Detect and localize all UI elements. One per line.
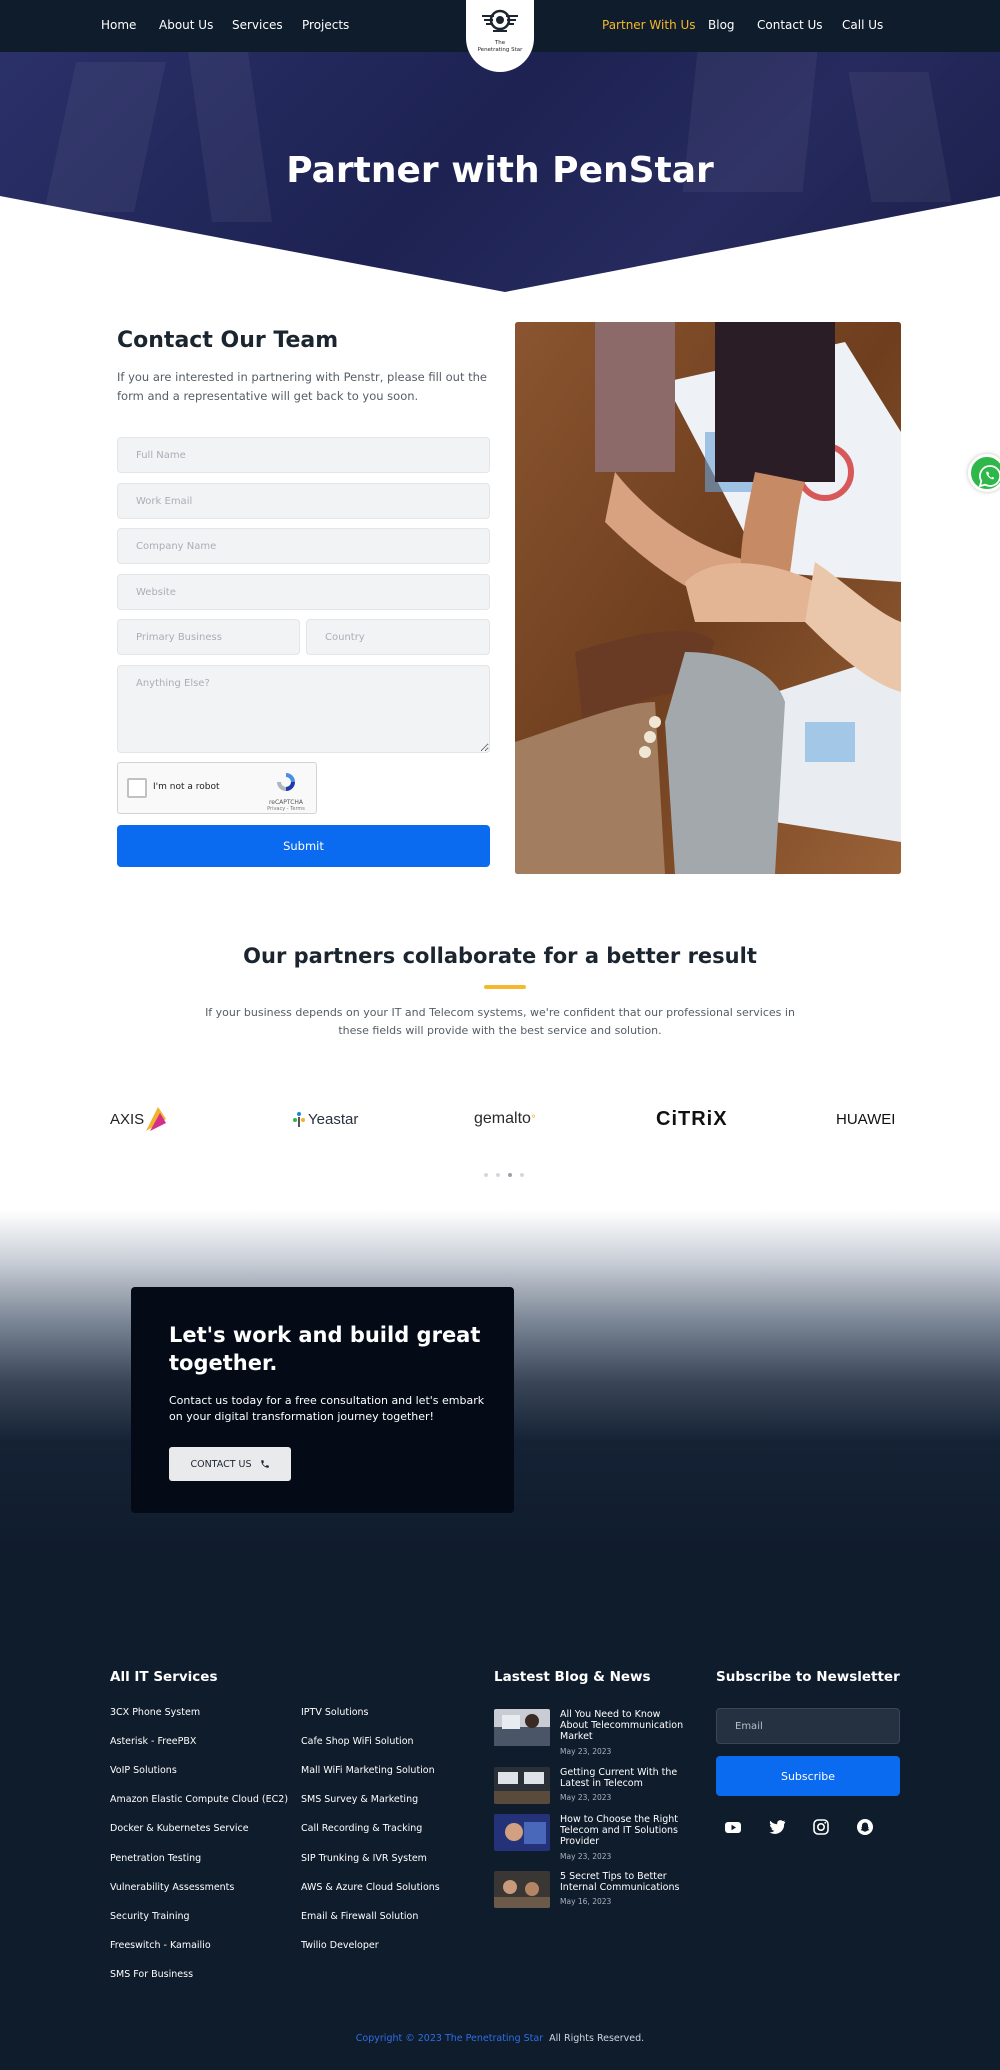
service-link[interactable]: Penetration Testing	[110, 1853, 201, 1864]
nav-partner-with-us[interactable]: Partner With Us	[602, 18, 696, 32]
yeastar-logo-icon	[293, 1112, 305, 1127]
service-link[interactable]: SMS Survey & Marketing	[301, 1794, 418, 1805]
hero-title: Partner with PenStar	[286, 150, 714, 191]
cta-text: Contact us today for a free consultation…	[169, 1394, 485, 1423]
partners-title: Our partners collaborate for a better re…	[243, 944, 757, 968]
service-link[interactable]: Freeswitch - Kamailio	[110, 1940, 211, 1951]
partner-logo-citrix: CiTRiX	[656, 1107, 728, 1130]
service-link[interactable]: AWS & Azure Cloud Solutions	[301, 1882, 440, 1893]
whatsapp-icon	[978, 465, 1000, 488]
nav-blog[interactable]: Blog	[708, 18, 735, 32]
cta-card: Let's work and build great together. Con…	[131, 1287, 514, 1513]
penstar-logo-icon	[482, 9, 518, 32]
service-link[interactable]: Vulnerability Assessments	[110, 1882, 234, 1893]
snapchat-icon[interactable]	[855, 1817, 875, 1837]
blog-post-date: May 23, 2023	[560, 1747, 612, 1756]
blog-post-date: May 16, 2023	[560, 1897, 612, 1906]
nav-services[interactable]: Services	[232, 18, 283, 32]
anything-else-textarea[interactable]	[117, 665, 490, 753]
service-link[interactable]: Mall WiFi Marketing Solution	[301, 1765, 435, 1776]
service-link[interactable]: Asterisk - FreePBX	[110, 1736, 196, 1747]
title-underline	[484, 985, 526, 989]
carousel-dot[interactable]	[520, 1173, 524, 1177]
gemalto-dot-icon: °	[530, 1113, 536, 1125]
partner-logo-axis: AXIS	[110, 1103, 168, 1135]
phone-icon	[260, 1460, 269, 1468]
subscribe-button[interactable]: Subscribe	[716, 1756, 900, 1796]
service-link[interactable]: Cafe Shop WiFi Solution	[301, 1736, 414, 1747]
contact-us-button[interactable]: CONTACT US	[169, 1447, 291, 1481]
service-link[interactable]: 3CX Phone System	[110, 1707, 200, 1718]
newsletter-email-input[interactable]	[716, 1708, 900, 1744]
service-link[interactable]: SIP Trunking & IVR System	[301, 1853, 427, 1864]
blog-thumbnail	[494, 1709, 550, 1746]
blog-post-title[interactable]: All You Need to Know About Telecommunica…	[560, 1709, 690, 1742]
blog-thumbnail	[494, 1767, 550, 1804]
blog-thumbnail	[494, 1871, 550, 1908]
copyright: Copyright © 2023 The Penetrating Star Al…	[0, 2033, 1000, 2044]
nav-about-us[interactable]: About Us	[159, 18, 213, 32]
services-heading: All IT Services	[110, 1669, 218, 1685]
submit-button[interactable]: Submit	[117, 825, 490, 867]
partner-logo-huawei: HUAWEI	[836, 1110, 896, 1128]
contact-subtitle: If you are interested in partnering with…	[117, 370, 488, 403]
newsletter-heading: Subscribe to Newsletter	[716, 1669, 900, 1685]
partners-subtitle: If your business depends on your IT and …	[205, 1006, 795, 1037]
logo-text-line2: Penetrating Star	[477, 47, 523, 53]
service-link[interactable]: Docker & Kubernetes Service	[110, 1823, 249, 1834]
whatsapp-chat-button[interactable]	[968, 454, 1000, 492]
service-link[interactable]: SMS For Business	[110, 1969, 193, 1980]
blog-thumbnail	[494, 1814, 550, 1851]
nav-contact-us[interactable]: Contact Us	[757, 18, 823, 32]
recaptcha-icon	[277, 773, 295, 791]
nav-projects[interactable]: Projects	[302, 18, 349, 32]
recaptcha-brand: reCAPTCHA	[268, 799, 304, 806]
nav-home[interactable]: Home	[101, 18, 136, 32]
service-link[interactable]: Twilio Developer	[301, 1940, 379, 1951]
hero-banner: Partner with PenStar	[0, 52, 1000, 292]
recaptcha-terms[interactable]: Privacy - Terms	[266, 806, 306, 812]
service-link[interactable]: Amazon Elastic Compute Cloud (EC2)	[110, 1794, 288, 1805]
recaptcha-label: I'm not a robot	[153, 782, 220, 792]
work-email-input[interactable]	[117, 483, 490, 519]
blog-post-date: May 23, 2023	[560, 1852, 612, 1861]
copyright-brand-link[interactable]: Copyright © 2023 The Penetrating Star	[356, 2033, 543, 2044]
company-name-input[interactable]	[117, 528, 490, 564]
blog-post-date: May 23, 2023	[560, 1793, 612, 1802]
carousel-dot[interactable]	[496, 1173, 500, 1177]
country-input[interactable]	[306, 619, 490, 655]
contact-title: Contact Our Team	[117, 328, 339, 353]
team-hands-photo	[515, 322, 901, 874]
carousel-dots	[484, 1173, 524, 1179]
twitter-icon[interactable]	[767, 1817, 787, 1837]
carousel-dot-active[interactable]	[508, 1173, 512, 1177]
service-link[interactable]: Email & Firewall Solution	[301, 1911, 418, 1922]
service-link[interactable]: Security Training	[110, 1911, 190, 1922]
primary-business-input[interactable]	[117, 619, 300, 655]
nav-call-us[interactable]: Call Us	[842, 18, 883, 32]
instagram-icon[interactable]	[811, 1817, 831, 1837]
carousel-dot[interactable]	[484, 1173, 488, 1177]
logo-text-line1: The	[494, 40, 506, 46]
site-logo[interactable]: The Penetrating Star	[466, 0, 534, 72]
partner-logo-yeastar: Yeastar	[292, 1103, 358, 1135]
blog-post-title[interactable]: 5 Secret Tips to Better Internal Communi…	[560, 1871, 690, 1893]
blog-post-title[interactable]: Getting Current With the Latest in Telec…	[560, 1767, 690, 1789]
partner-logo-gemalto: gemalto °	[474, 1110, 536, 1127]
copyright-rights: All Rights Reserved.	[549, 2033, 645, 2044]
blog-heading: Lastest Blog & News	[494, 1669, 651, 1685]
youtube-icon[interactable]	[723, 1817, 743, 1837]
service-link[interactable]: IPTV Solutions	[301, 1707, 369, 1718]
service-link[interactable]: VoIP Solutions	[110, 1765, 177, 1776]
cta-title: Let's work and build great together.	[169, 1323, 481, 1375]
axis-logo-icon	[146, 1107, 167, 1131]
full-name-input[interactable]	[117, 437, 490, 473]
service-link[interactable]: Call Recording & Tracking	[301, 1823, 422, 1834]
website-input[interactable]	[117, 574, 490, 610]
recaptcha-checkbox[interactable]	[127, 778, 147, 798]
blog-post-title[interactable]: How to Choose the Right Telecom and IT S…	[560, 1814, 690, 1847]
recaptcha-widget: I'm not a robot reCAPTCHA Privacy - Term…	[117, 762, 317, 814]
